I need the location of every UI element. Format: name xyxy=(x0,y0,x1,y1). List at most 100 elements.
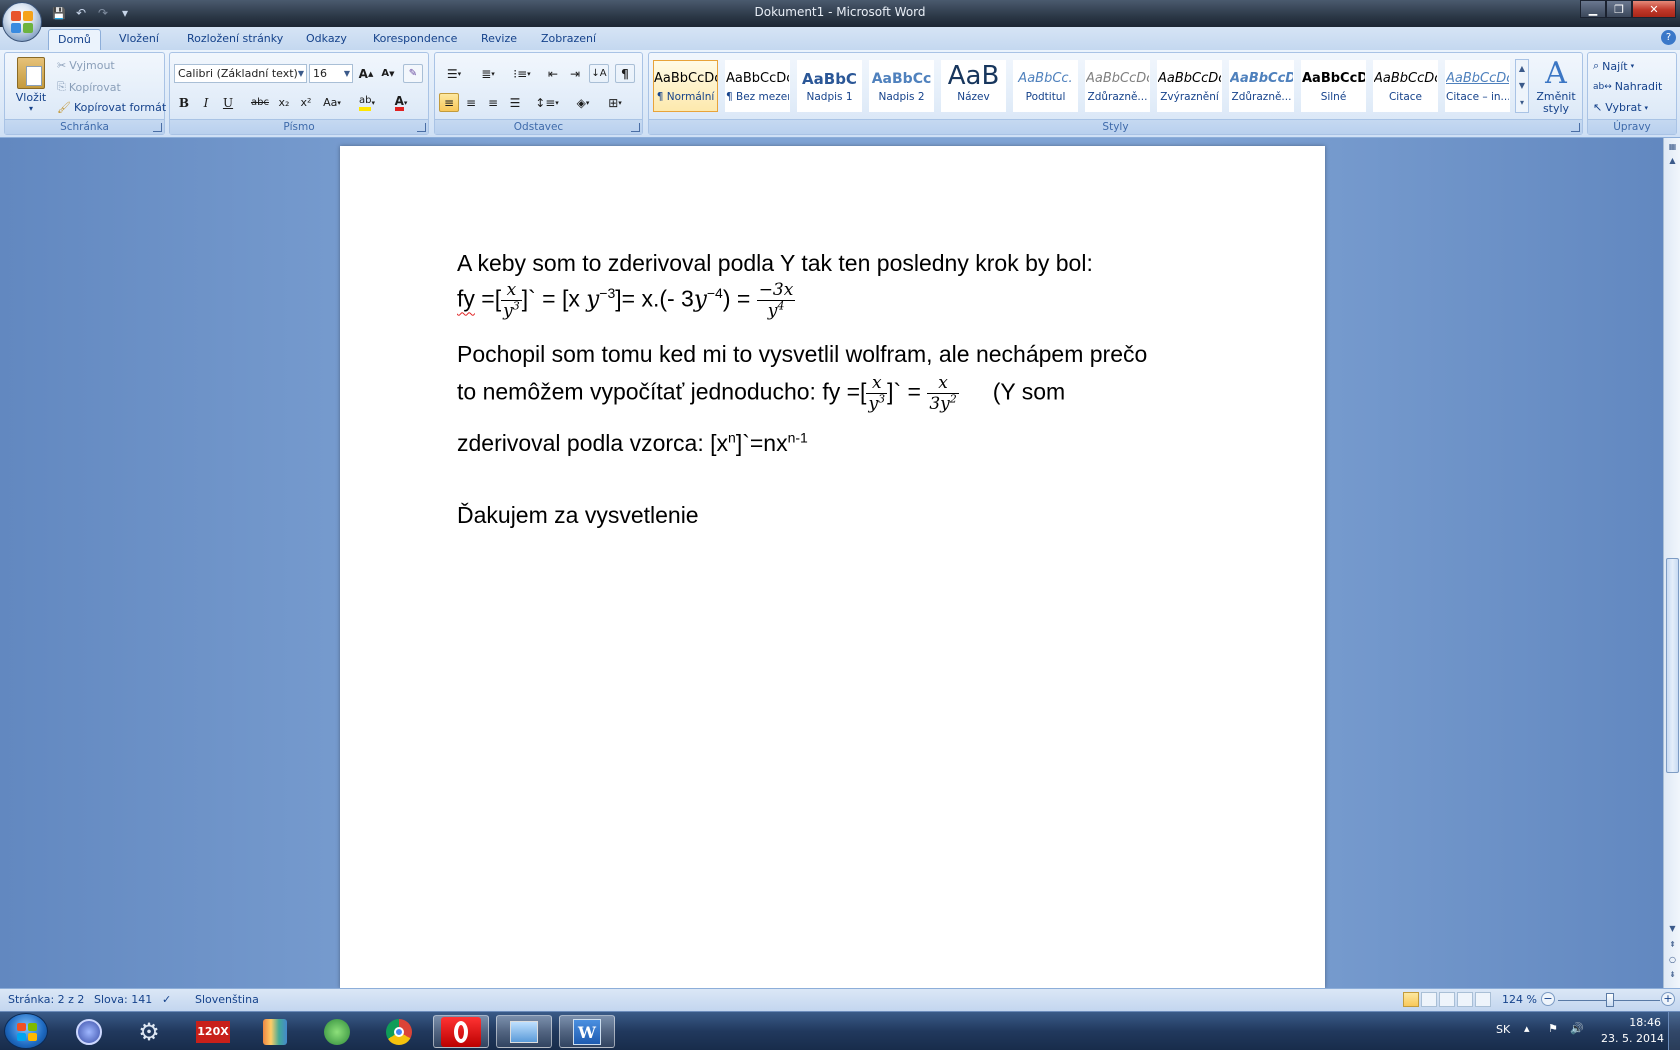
minimize-button[interactable]: ▁ xyxy=(1580,0,1606,18)
taskbar-word-icon[interactable]: W xyxy=(559,1015,615,1048)
style-strong[interactable]: AaBbCcDc Silné xyxy=(1301,60,1366,112)
zoom-level[interactable]: 124 % xyxy=(1502,993,1537,1006)
bullets-icon[interactable]: ☰ ▾ xyxy=(439,64,469,83)
align-center-icon[interactable]: ≡ xyxy=(461,93,481,112)
decrease-indent-icon[interactable]: ⇤ xyxy=(543,64,563,83)
tab-view[interactable]: Zobrazení xyxy=(532,29,605,50)
justify-icon[interactable]: ☰ xyxy=(505,93,525,112)
ruler-toggle-icon[interactable]: ▦ xyxy=(1666,140,1679,154)
font-color-button[interactable]: A ▾ xyxy=(388,93,414,112)
style-intense-emphasis[interactable]: AaBbCcDc Zdůrazně... xyxy=(1229,60,1294,112)
increase-indent-icon[interactable]: ⇥ xyxy=(565,64,585,83)
outline-view-icon[interactable] xyxy=(1457,992,1473,1007)
document-page[interactable]: A keby som to zderivoval podla Y tak ten… xyxy=(340,146,1325,988)
tray-expand-icon[interactable]: ▴ xyxy=(1524,1022,1530,1035)
show-desktop-button[interactable] xyxy=(1668,1012,1680,1050)
clock-date[interactable]: 23. 5. 2014 xyxy=(1601,1032,1664,1045)
language-tray[interactable]: SK xyxy=(1496,1023,1510,1036)
full-screen-view-icon[interactable] xyxy=(1421,992,1437,1007)
tab-mailings[interactable]: Korespondence xyxy=(364,29,466,50)
find-button[interactable]: ⌕ Najít ▾ xyxy=(1593,59,1634,73)
superscript-button[interactable]: x² xyxy=(296,93,316,112)
draft-view-icon[interactable] xyxy=(1475,992,1491,1007)
font-launcher-icon[interactable] xyxy=(417,123,426,132)
help-icon[interactable]: ? xyxy=(1661,30,1676,45)
taskbar-settings-icon[interactable]: ⚙ xyxy=(124,1015,174,1048)
align-right-icon[interactable]: ≡ xyxy=(483,93,503,112)
close-button[interactable]: ✕ xyxy=(1632,0,1676,18)
tab-page-layout[interactable]: Rozložení stránky xyxy=(178,29,292,50)
style-heading-2[interactable]: AaBbCc Nadpis 2 xyxy=(869,60,934,112)
proofing-icon[interactable]: ✓ xyxy=(162,993,171,1006)
style-title[interactable]: AaB Název xyxy=(941,60,1006,112)
styles-scroll[interactable]: ▲ ▼ ▾ xyxy=(1515,59,1529,113)
clipboard-launcher-icon[interactable] xyxy=(153,123,162,132)
tab-review[interactable]: Revize xyxy=(472,29,526,50)
highlight-button[interactable]: ab ▾ xyxy=(354,93,380,112)
style-quote[interactable]: AaBbCcDc Citace xyxy=(1373,60,1438,112)
office-button[interactable] xyxy=(2,2,42,42)
style-normal[interactable]: AaBbCcDc ¶ Normální xyxy=(653,60,718,112)
strikethrough-button[interactable]: abc xyxy=(250,93,270,112)
style-subtle-emphasis[interactable]: AaBbCcDc Zdůrazně... xyxy=(1085,60,1150,112)
style-no-spacing[interactable]: AaBbCcDc ¶ Bez mezer xyxy=(725,60,790,112)
page-count[interactable]: Stránka: 2 z 2 xyxy=(8,993,84,1006)
clock-time[interactable]: 18:46 xyxy=(1613,1016,1661,1029)
change-case-button[interactable]: Aa ▾ xyxy=(320,93,344,112)
scroll-down-icon[interactable]: ▼ xyxy=(1666,922,1679,936)
taskbar-media-icon[interactable] xyxy=(312,1015,362,1048)
paste-button[interactable]: Vložit ▾ xyxy=(11,57,51,117)
styles-launcher-icon[interactable] xyxy=(1571,123,1580,132)
style-heading-1[interactable]: AaBbC Nadpis 1 xyxy=(797,60,862,112)
style-intense-quote[interactable]: AaBbCcDc Citace – in... xyxy=(1445,60,1510,112)
start-button[interactable] xyxy=(4,1013,48,1049)
word-count[interactable]: Slova: 141 xyxy=(94,993,152,1006)
borders-icon[interactable]: ⊞ ▾ xyxy=(601,93,629,112)
multilevel-list-icon[interactable]: ⁝≡ ▾ xyxy=(507,64,537,83)
select-button[interactable]: ↖ Vybrat ▾ xyxy=(1593,101,1648,114)
taskbar-chrome-icon[interactable] xyxy=(374,1015,424,1048)
paragraph-launcher-icon[interactable] xyxy=(631,123,640,132)
action-center-icon[interactable]: ⚑ xyxy=(1548,1022,1558,1035)
style-subtitle[interactable]: AaBbCc. Podtitul xyxy=(1013,60,1078,112)
browse-object-icon[interactable]: ○ xyxy=(1666,953,1679,967)
shading-icon[interactable]: ◈ ▾ xyxy=(569,93,597,112)
scroll-up-icon[interactable]: ▲ xyxy=(1666,154,1679,168)
web-layout-view-icon[interactable] xyxy=(1439,992,1455,1007)
next-page-icon[interactable]: ⇟ xyxy=(1666,968,1679,982)
zoom-slider-thumb[interactable] xyxy=(1606,993,1614,1007)
italic-button[interactable]: I xyxy=(196,93,216,112)
format-painter-button[interactable]: 🖌 Kopírovat formát xyxy=(57,101,166,114)
maximize-button[interactable]: ❐ xyxy=(1606,0,1632,18)
line-spacing-icon[interactable]: ↕≡ ▾ xyxy=(533,93,561,112)
replace-button[interactable]: ab↔ Nahradit xyxy=(1593,80,1662,93)
font-name-combo[interactable]: Calibri (Základní text) ▼ xyxy=(174,64,307,83)
vertical-scrollbar[interactable]: ▦ ▲ ▼ ⇞ ○ ⇟ xyxy=(1663,138,1680,988)
zoom-in-icon[interactable]: + xyxy=(1661,992,1675,1006)
bold-button[interactable]: B xyxy=(174,93,194,112)
print-layout-view-icon[interactable] xyxy=(1403,992,1419,1007)
prev-page-icon[interactable]: ⇞ xyxy=(1666,938,1679,952)
volume-icon[interactable]: 🔊 xyxy=(1570,1022,1584,1035)
cut-button[interactable]: ✂ Vyjmout xyxy=(57,59,115,72)
tab-insert[interactable]: Vložení xyxy=(110,29,168,50)
style-emphasis[interactable]: AaBbCcDc Zvýraznění xyxy=(1157,60,1222,112)
clear-formatting-button[interactable]: ✎ xyxy=(403,64,423,83)
change-styles-button[interactable]: A Změnit styly xyxy=(1533,57,1579,115)
shrink-font-button[interactable]: A ▼ xyxy=(378,64,398,83)
tab-home[interactable]: Domů xyxy=(48,29,101,50)
tab-references[interactable]: Odkazy xyxy=(297,29,356,50)
language-indicator[interactable]: Slovenština xyxy=(195,993,259,1006)
grow-font-button[interactable]: A ▲ xyxy=(356,64,376,83)
underline-button[interactable]: U xyxy=(218,93,238,112)
taskbar-explorer-icon[interactable] xyxy=(496,1015,552,1048)
zoom-out-icon[interactable]: − xyxy=(1541,992,1555,1006)
font-size-combo[interactable]: 16 ▼ xyxy=(309,64,353,83)
copy-button[interactable]: ⎘ Kopírovat xyxy=(57,80,121,94)
subscript-button[interactable]: x₂ xyxy=(274,93,294,112)
numbering-icon[interactable]: ≣ ▾ xyxy=(473,64,503,83)
taskbar-app-icon-1[interactable] xyxy=(64,1015,114,1048)
show-marks-icon[interactable]: ¶ xyxy=(615,64,635,83)
taskbar-opera-icon[interactable] xyxy=(433,1015,489,1048)
taskbar-app-icon-120x[interactable]: 120X xyxy=(188,1015,238,1048)
